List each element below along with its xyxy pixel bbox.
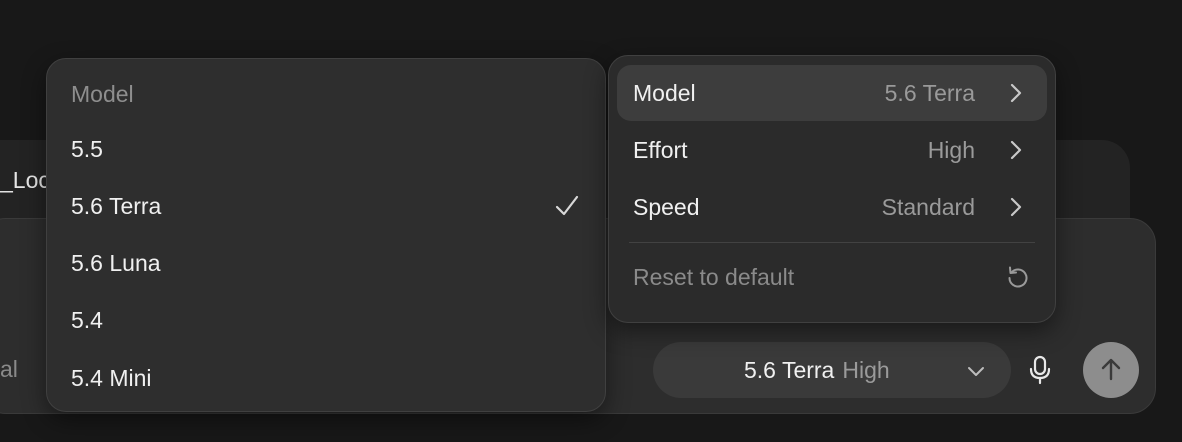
- composer-partial-text: al: [0, 356, 18, 382]
- settings-item-label: Effort: [633, 137, 688, 163]
- settings-menu: Model 5.6 Terra Effort High Speed Standa…: [608, 55, 1056, 323]
- chevron-right-icon: [1010, 140, 1022, 160]
- pill-model-label: 5.6 Terra: [744, 356, 835, 383]
- settings-item-value: Standard: [881, 194, 975, 220]
- model-menu-title: Model: [71, 81, 134, 107]
- microphone-icon: [1029, 355, 1051, 385]
- model-selector-pill[interactable]: 5.6 Terra High: [653, 342, 1011, 398]
- settings-item-label: Speed: [633, 194, 700, 220]
- model-option-5-6-luna[interactable]: 5.6 Luna: [57, 238, 597, 288]
- chevron-right-icon: [1010, 83, 1022, 103]
- reset-icon[interactable]: [1005, 264, 1031, 290]
- check-icon: [555, 195, 579, 216]
- model-option-label: 5.6 Luna: [71, 250, 161, 276]
- model-option-5-5[interactable]: 5.5: [57, 124, 597, 174]
- settings-divider: [629, 242, 1035, 243]
- model-option-5-4[interactable]: 5.4: [57, 295, 597, 345]
- model-option-label: 5.4: [71, 307, 103, 333]
- settings-item-label: Model: [633, 80, 696, 106]
- model-option-5-6-terra[interactable]: 5.6 Terra: [57, 181, 597, 231]
- model-option-5-4-mini[interactable]: 5.4 Mini: [57, 353, 597, 403]
- settings-item-value: 5.6 Terra: [884, 80, 975, 106]
- microphone-button[interactable]: [1022, 350, 1058, 390]
- model-dropdown-menu: Model 5.5 5.6 Terra 5.6 Luna 5.4 5.4 Min…: [46, 58, 606, 412]
- model-option-label: 5.4 Mini: [71, 365, 152, 391]
- settings-item-effort[interactable]: Effort High: [617, 122, 1047, 178]
- model-option-label: 5.5: [71, 136, 103, 162]
- model-option-label: 5.6 Terra: [71, 193, 162, 219]
- chevron-right-icon: [1010, 197, 1022, 217]
- settings-item-value: High: [927, 137, 975, 163]
- settings-item-speed[interactable]: Speed Standard: [617, 179, 1047, 235]
- reset-to-default-button[interactable]: Reset to default: [633, 264, 794, 291]
- pill-effort-label: High: [842, 356, 890, 383]
- chevron-down-icon: [968, 367, 984, 376]
- arrow-up-icon: [1101, 358, 1121, 381]
- send-button[interactable]: [1083, 342, 1139, 398]
- settings-item-model[interactable]: Model 5.6 Terra: [617, 65, 1047, 121]
